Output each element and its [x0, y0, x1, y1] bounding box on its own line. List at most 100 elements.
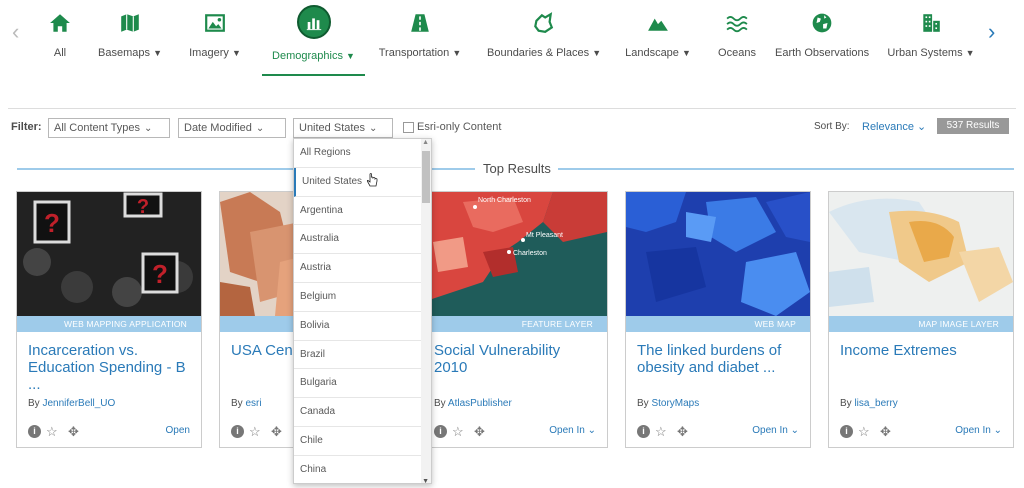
chevron-down-icon: ⌄	[369, 123, 378, 134]
category-landscape[interactable]: Landscape ▼	[624, 0, 692, 76]
star-icon[interactable]: ☆	[858, 425, 870, 439]
nav-next-arrow[interactable]: ›	[988, 21, 995, 43]
region-options-list: All Regions United States Argentina Aust…	[293, 138, 432, 484]
star-icon[interactable]: ☆	[655, 425, 667, 439]
region-option[interactable]: Belgium	[294, 283, 422, 312]
open-button[interactable]: Open	[166, 425, 190, 436]
info-icon[interactable]: i	[840, 425, 853, 438]
nav-prev-arrow[interactable]: ‹	[12, 21, 19, 43]
card-thumbnail[interactable]	[626, 192, 810, 316]
card-actions: i ☆ ✥ Open	[28, 425, 190, 439]
card-thumbnail[interactable]: ? ? ?	[17, 192, 201, 316]
star-icon[interactable]: ☆	[452, 425, 464, 439]
date-modified-dropdown[interactable]: Date Modified ⌄	[178, 118, 286, 138]
info-icon[interactable]: i	[28, 425, 41, 438]
region-option[interactable]: Argentina	[294, 197, 422, 226]
category-label: Earth Observations	[775, 47, 870, 59]
waves-icon	[726, 16, 748, 33]
info-icon[interactable]: i	[231, 425, 244, 438]
dropdown-scrollbar[interactable]: ▲ ▼	[421, 139, 431, 483]
result-card[interactable]: MAP IMAGE LAYER Income Extremes By lisa_…	[828, 191, 1014, 448]
card-title-link[interactable]: The linked burdens of obesity and diabet…	[637, 342, 799, 394]
card-owner: By StoryMaps	[637, 398, 799, 409]
region-option[interactable]: Australia	[294, 225, 422, 255]
category-transportation[interactable]: Transportation ▼	[378, 0, 462, 76]
result-card[interactable]: North Charleston Mt Pleasant Charleston …	[422, 191, 608, 448]
owner-link[interactable]: lisa_berry	[854, 398, 897, 409]
move-icon[interactable]: ✥	[474, 425, 485, 439]
category-oceans[interactable]: Oceans	[716, 0, 758, 76]
category-imagery[interactable]: Imagery ▼	[186, 0, 244, 76]
region-option[interactable]: Chile	[294, 427, 422, 456]
region-option[interactable]: Brazil	[294, 341, 422, 370]
region-option[interactable]: China	[294, 456, 422, 483]
owner-link[interactable]: AtlasPublisher	[448, 398, 512, 409]
open-in-dropdown[interactable]: Open In ⌄	[752, 425, 799, 436]
scroll-up-icon[interactable]: ▲	[422, 139, 429, 146]
info-icon[interactable]: i	[434, 425, 447, 438]
category-label: Demographics	[272, 50, 343, 62]
owner-prefix: By	[231, 398, 246, 409]
owner-link[interactable]: JenniferBell_UO	[42, 398, 115, 409]
hand-cursor-icon	[366, 173, 378, 187]
svg-text:?: ?	[152, 259, 168, 289]
category-label: Imagery	[189, 47, 229, 59]
owner-link[interactable]: esri	[245, 398, 261, 409]
move-icon[interactable]: ✥	[271, 425, 282, 439]
move-icon[interactable]: ✥	[68, 425, 79, 439]
category-urban-systems[interactable]: Urban Systems ▼	[887, 0, 975, 76]
filter-label: Filter:	[11, 121, 42, 133]
home-icon	[50, 14, 70, 32]
open-in-dropdown[interactable]: Open In ⌄	[955, 425, 1002, 436]
card-owner: By JenniferBell_UO	[28, 398, 190, 409]
card-thumbnail[interactable]	[829, 192, 1013, 316]
category-label: Oceans	[718, 47, 756, 59]
open-in-dropdown[interactable]: Open In ⌄	[549, 425, 596, 436]
map-label: North Charleston	[478, 197, 531, 204]
region-option[interactable]: Bolivia	[294, 312, 422, 341]
star-icon[interactable]: ☆	[46, 425, 58, 439]
map-icon	[121, 14, 139, 32]
category-basemaps[interactable]: Basemaps ▼	[96, 0, 164, 76]
card-thumbnail[interactable]: North Charleston Mt Pleasant Charleston	[423, 192, 607, 316]
owner-prefix: By	[28, 398, 43, 409]
star-icon[interactable]: ☆	[249, 425, 261, 439]
sort-dropdown[interactable]: Relevance ⌄	[862, 120, 926, 133]
category-label: Basemaps	[98, 47, 150, 59]
category-demographics[interactable]: Demographics ▼	[262, 0, 365, 76]
owner-prefix: By	[840, 398, 855, 409]
region-option[interactable]: Canada	[294, 398, 422, 427]
region-option[interactable]: Bulgaria	[294, 369, 422, 399]
card-title-link[interactable]: Social Vulnerability 2010	[434, 342, 596, 394]
region-dropdown[interactable]: United States ⌄	[293, 118, 393, 138]
move-icon[interactable]: ✥	[677, 425, 688, 439]
region-option[interactable]: All Regions	[294, 139, 422, 168]
category-label: Urban Systems	[887, 47, 963, 59]
card-owner: By AtlasPublisher	[434, 398, 596, 409]
region-option[interactable]: Austria	[294, 254, 422, 283]
card-title-link[interactable]: Income Extremes	[840, 342, 1002, 394]
owner-prefix: By	[637, 398, 652, 409]
content-type-dropdown[interactable]: All Content Types ⌄	[48, 118, 170, 138]
owner-prefix: By	[434, 398, 448, 409]
category-earth-observations[interactable]: Earth Observations	[775, 0, 869, 76]
category-all[interactable]: All	[44, 0, 76, 76]
card-actions: i ☆ ✥ Open In ⌄	[637, 425, 799, 439]
results-count-badge: 537 Results	[937, 118, 1009, 134]
owner-link[interactable]: StoryMaps	[651, 398, 699, 409]
card-type-label: MAP IMAGE LAYER	[829, 316, 1013, 332]
info-icon[interactable]: i	[637, 425, 650, 438]
image-icon	[205, 14, 225, 32]
move-icon[interactable]: ✥	[880, 425, 891, 439]
buildings-icon	[923, 14, 940, 32]
result-card[interactable]: ? ? ? WEB MAPPING APPLICATION Incarcerat…	[16, 191, 202, 448]
result-card[interactable]: WEB MAP The linked burdens of obesity an…	[625, 191, 811, 448]
region-option-selected[interactable]: United States	[294, 167, 422, 197]
category-label: All	[53, 47, 67, 59]
region-value: United States	[299, 122, 366, 134]
scroll-down-icon[interactable]: ▼	[422, 478, 429, 483]
category-boundaries-places[interactable]: Boundaries & Places ▼	[487, 0, 601, 76]
esri-only-checkbox[interactable]	[403, 121, 414, 133]
card-title-link[interactable]: Incarceration vs. Education Spending - B…	[28, 342, 190, 394]
scrollbar-thumb[interactable]	[422, 151, 430, 203]
